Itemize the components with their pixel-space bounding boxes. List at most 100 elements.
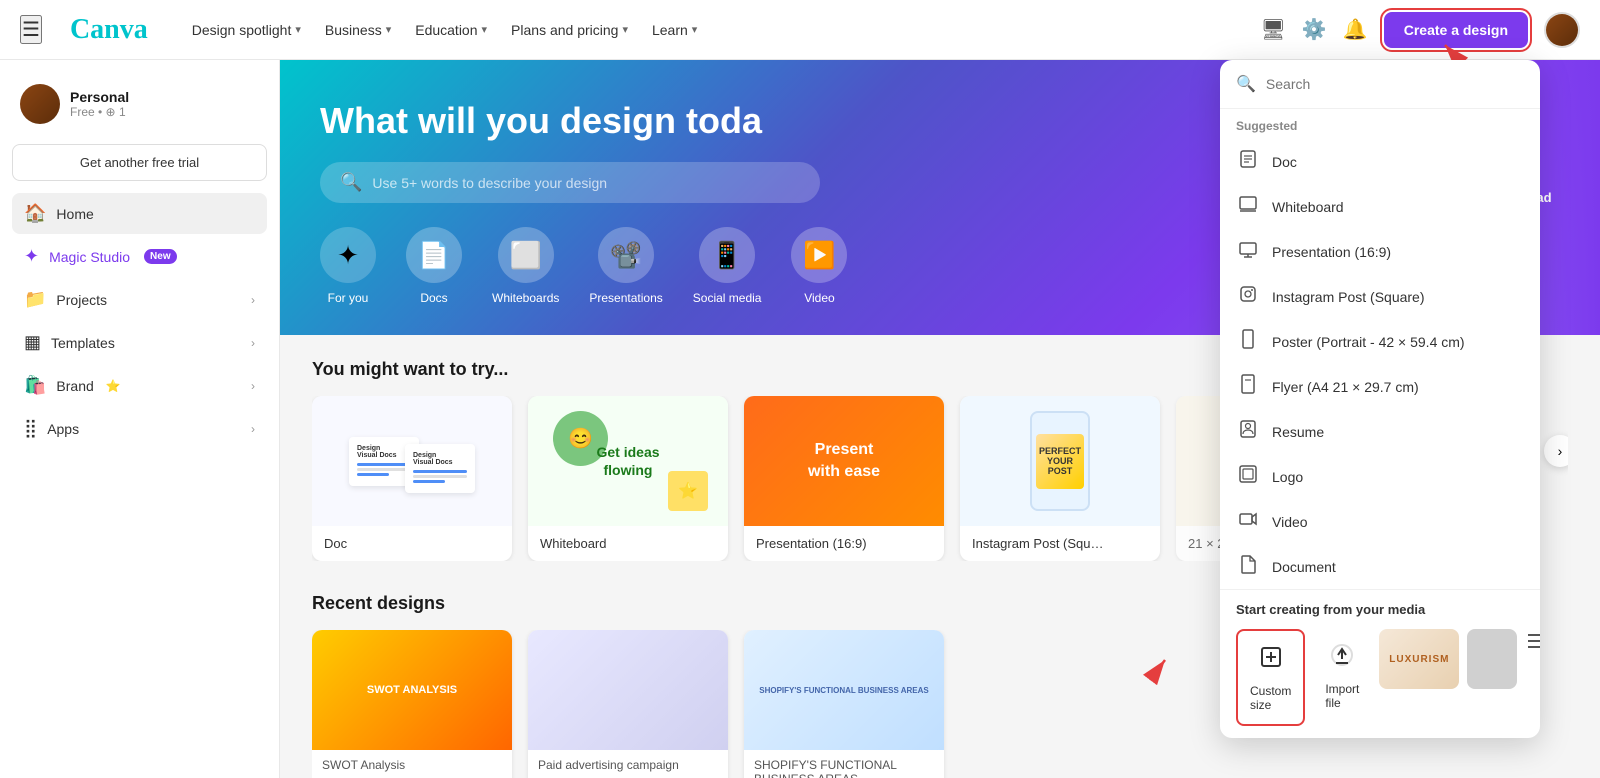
media-preview-card: LUXURISM [1379,629,1459,689]
recent-thumb-swot: SWOT ANALYSIS [312,630,512,750]
chevron-right-icon: › [251,379,255,393]
sidebar-item-apps[interactable]: ⣿ Apps › [12,408,267,449]
import-file-option[interactable]: Import file [1313,629,1371,722]
free-trial-button[interactable]: Get another free trial [12,144,267,181]
dropdown-search-icon: 🔍 [1236,74,1256,94]
hero-icon-presentations[interactable]: 📽️ Presentations [589,227,662,305]
hero-icon-docs[interactable]: 📄 Docs [406,227,462,305]
custom-size-icon [1257,643,1285,678]
brand-icon: 🛍️ [24,375,46,396]
dropdown-item-doc[interactable]: Doc [1220,139,1540,184]
presentation-icon [1236,239,1260,264]
hero-icon-video[interactable]: ▶️ Video [791,227,847,305]
canva-logo[interactable]: Canva [70,14,148,46]
dropdown-item-poster[interactable]: Poster (Portrait - 42 × 59.4 cm) [1220,319,1540,364]
sidebar-item-brand[interactable]: 🛍️ Brand ⭐ › [12,365,267,406]
hero-search-input[interactable] [372,175,800,191]
presentation-card[interactable]: Presentwith ease Presentation (16:9) [744,396,944,561]
hero-icon-social-media[interactable]: 📱 Social media [693,227,762,305]
docs-icon: 📄 [406,227,462,283]
whiteboard-card-thumbnail: 😊 ⭐ Get ideasflowing [528,396,728,526]
social-media-icon: 📱 [699,227,755,283]
flyer-icon [1236,374,1260,399]
new-badge: New [144,249,177,264]
dropdown-item-presentation[interactable]: Presentation (16:9) [1220,229,1540,274]
media-list-icon[interactable] [1525,629,1540,661]
sidebar-item-templates[interactable]: ▦ Templates › [12,322,267,363]
folder-icon: 📁 [24,289,46,310]
presentations-icon: 📽️ [598,227,654,283]
nav-design-spotlight[interactable]: Design spotlight ▾ [182,16,311,44]
video-icon [1236,509,1260,534]
recent-label-shopify: SHOPIFY'S FUNCTIONAL BUSINESS AREAS [744,750,944,778]
search-icon: 🔍 [340,172,362,193]
whiteboard-card-label: Whiteboard [528,526,728,561]
nav-plans-pricing[interactable]: Plans and pricing ▾ [501,16,638,44]
create-design-button[interactable]: Create a design [1384,12,1528,48]
sidebar-item-home[interactable]: 🏠 Home [12,193,267,234]
dropdown-item-whiteboard[interactable]: Whiteboard [1220,184,1540,229]
doc-icon [1236,149,1260,174]
instagram-icon [1236,284,1260,309]
dropdown-media-title: Start creating from your media [1236,602,1524,617]
presentation-card-thumbnail: Presentwith ease [744,396,944,526]
hero-search-bar[interactable]: 🔍 [320,162,820,203]
hero-icon-for-you[interactable]: ✦ For you [320,227,376,305]
instagram-card[interactable]: PERFECTYOUR POST Instagram Post (Squ… [960,396,1160,561]
video-icon: ▶️ [791,227,847,283]
chevron-right-icon: › [251,422,255,436]
recent-card-swot[interactable]: SWOT ANALYSIS SWOT Analysis [312,630,512,778]
doc-card-thumbnail: DesignVisual Docs DesignVisual Docs [312,396,512,526]
custom-size-label: Custom size [1250,684,1291,712]
sidebar-item-magic-studio[interactable]: ✦ Magic Studio New [12,236,267,277]
magic-icon: ✦ [24,246,39,267]
recent-thumb-paid-ads [528,630,728,750]
doc-card-label: Doc [312,526,512,561]
recent-thumb-shopify: SHOPIFY'S FUNCTIONAL BUSINESS AREAS [744,630,944,750]
dropdown-item-flyer[interactable]: Flyer (A4 21 × 29.7 cm) [1220,364,1540,409]
nav-business[interactable]: Business ▾ [315,16,401,44]
doc-card[interactable]: DesignVisual Docs DesignVisual Docs [312,396,512,561]
monitor-icon[interactable]: 🖥 [1261,17,1286,42]
dropdown-item-logo[interactable]: Logo [1220,454,1540,499]
recent-label-swot: SWOT Analysis [312,750,512,778]
chevron-right-icon: › [251,336,255,350]
recent-card-shopify[interactable]: SHOPIFY'S FUNCTIONAL BUSINESS AREAS SHOP… [744,630,944,778]
dropdown-search-input[interactable] [1266,76,1524,92]
nav-education[interactable]: Education ▾ [405,16,497,44]
dropdown-item-document[interactable]: Document [1220,544,1540,589]
dropdown-item-resume[interactable]: Resume [1220,409,1540,454]
recent-label-paid-ads: Paid advertising campaign [528,750,728,778]
whiteboard-overlay-text: Get ideasflowing [596,443,659,479]
wb-star: ⭐ [668,471,708,511]
bell-icon[interactable]: 🔔 [1343,17,1368,42]
presentation-card-label: Presentation (16:9) [744,526,944,561]
resume-icon [1236,419,1260,444]
recent-card-paid-ads[interactable]: Paid advertising campaign [528,630,728,778]
dropdown-item-video[interactable]: Video [1220,499,1540,544]
whiteboards-icon: ⬜ [498,227,554,283]
media-person-card [1467,629,1517,689]
sidebar-avatar[interactable] [20,84,60,124]
carousel-next-button[interactable]: › [1544,435,1568,467]
settings-icon[interactable]: ⚙️ [1302,17,1327,42]
create-design-dropdown: 🔍 Suggested Doc Whiteboard Presentation … [1220,60,1540,738]
nav-learn[interactable]: Learn ▾ [642,16,707,44]
instagram-card-thumbnail: PERFECTYOUR POST [960,396,1160,526]
hamburger-menu-button[interactable]: ☰ [20,15,42,44]
chevron-down-icon: ▾ [295,23,301,36]
sidebar-item-projects[interactable]: 📁 Projects › [12,279,267,320]
chevron-down-icon: ▾ [386,23,392,36]
custom-size-option[interactable]: Custom size [1236,629,1305,726]
home-icon: 🏠 [24,203,46,224]
templates-icon: ▦ [24,332,41,353]
hero-icon-whiteboards[interactable]: ⬜ Whiteboards [492,227,559,305]
sidebar-user-plan: Free • ⊕ 1 [70,105,129,119]
sidebar: Personal Free • ⊕ 1 Get another free tri… [0,60,280,778]
dropdown-search-area[interactable]: 🔍 [1220,60,1540,109]
chevron-down-icon: ▾ [622,23,628,36]
document-icon [1236,554,1260,579]
dropdown-item-instagram[interactable]: Instagram Post (Square) [1220,274,1540,319]
whiteboard-card[interactable]: 😊 ⭐ Get ideasflowing Whiteboard [528,396,728,561]
user-avatar[interactable] [1544,12,1580,48]
